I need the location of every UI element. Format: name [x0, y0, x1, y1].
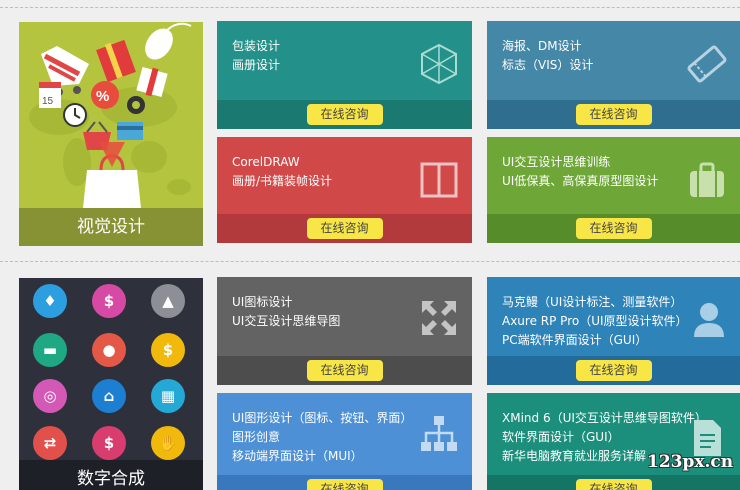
clock-icon: [63, 103, 87, 127]
coins-icon: ◎: [33, 379, 67, 413]
card-line: XMind 6（UI交互设计思维导图软件）: [502, 411, 707, 425]
expand-arrows-icon: [422, 301, 456, 335]
card-line: 画册设计: [232, 58, 281, 72]
consult-button[interactable]: 在线咨询: [575, 360, 652, 381]
consult-button[interactable]: 在线咨询: [306, 360, 383, 381]
diamond-icon: ♦: [33, 284, 67, 318]
book-layout-icon: [420, 162, 458, 198]
card-line: 包装设计: [232, 39, 281, 53]
visual-design-label[interactable]: 视觉设计: [19, 208, 203, 246]
divider-top: [0, 7, 740, 8]
credit-card-icon: [117, 122, 143, 140]
course-card-poster[interactable]: 海报、DM设计 标志（VIS）设计 在线咨询: [487, 21, 740, 129]
card-line: UI图形设计（图标、按钮、界面）: [232, 411, 413, 425]
coin-exchange-icon: ⇄: [33, 426, 67, 460]
course-card-ui-graphics[interactable]: UI图形设计（图标、按钮、界面） 图形创意 移动端界面设计（MUI） 在线咨询: [217, 393, 472, 490]
mouse-icon: [145, 22, 192, 60]
card-footer: 在线咨询: [217, 475, 472, 490]
card-line: 马克鳗（UI设计标注、测量软件）: [502, 295, 683, 309]
sitemap-icon: [421, 416, 457, 451]
digital-compositing-label[interactable]: 数字合成: [19, 460, 203, 490]
watermark: 123px.cn: [647, 452, 734, 472]
card-line: 软件界面设计（GUI）: [502, 430, 620, 444]
hexagon-mesh-icon: [421, 43, 457, 85]
card-line: 画册/书籍装帧设计: [232, 174, 333, 188]
gift-icon: [96, 39, 136, 83]
course-card-ui-icon[interactable]: UI图标设计 UI交互设计思维导图 在线咨询: [217, 277, 472, 385]
card-footer: 在线咨询: [487, 214, 740, 243]
gear-icon: [127, 96, 145, 114]
card-footer: 在线咨询: [217, 356, 472, 385]
card-footer: 在线咨询: [217, 214, 472, 243]
course-card-markman[interactable]: 马克鳗（UI设计标注、测量软件） Axure RP Pro（UI原型设计软件） …: [487, 277, 740, 385]
consult-button[interactable]: 在线咨询: [306, 218, 383, 239]
card-line: UI交互设计思维训练: [502, 155, 611, 169]
card-line: CorelDRAW: [232, 155, 300, 169]
consult-button[interactable]: 在线咨询: [575, 218, 652, 239]
percent-icon: %: [91, 81, 119, 109]
gold-bars-icon: ▲: [151, 284, 185, 318]
chart-icon: ▦: [151, 379, 185, 413]
money-bag-icon: $: [151, 333, 185, 367]
card-line: PC端软件界面设计（GUI）: [502, 333, 648, 347]
digital-compositing-panel[interactable]: ♦ $ ▲ ▬ ● $ ◎ ⌂ ▦ ⇄ $ ✋ 数字合成: [19, 278, 203, 490]
consult-button[interactable]: 在线咨询: [306, 479, 383, 490]
card-line: 标志（VIS）设计: [502, 58, 594, 72]
card-footer: 在线咨询: [487, 475, 740, 490]
calendar-icon: 15: [39, 82, 61, 108]
course-card-coreldraw[interactable]: CorelDRAW 画册/书籍装帧设计 在线咨询: [217, 137, 472, 243]
card-footer: 在线咨询: [487, 356, 740, 385]
card-line: UI低保真、高保真原型图设计: [502, 174, 659, 188]
card-line: Axure RP Pro（UI原型设计软件）: [502, 314, 688, 328]
card-line: UI图标设计: [232, 295, 293, 309]
course-card-xmind[interactable]: XMind 6（UI交互设计思维导图软件） 软件界面设计（GUI） 新华电脑教育…: [487, 393, 740, 490]
card-footer: 在线咨询: [217, 100, 472, 129]
money-icon: $: [92, 284, 126, 318]
svg-text:15: 15: [42, 96, 54, 107]
divider-middle: [0, 261, 740, 262]
course-card-ui-interaction[interactable]: UI交互设计思维训练 UI低保真、高保真原型图设计 在线咨询: [487, 137, 740, 243]
user-icon: [694, 303, 724, 337]
handshake-icon: ✋: [151, 426, 185, 460]
card-footer: 在线咨询: [487, 100, 740, 129]
piggy-bank-icon: ●: [92, 333, 126, 367]
wallet-icon: ▬: [33, 333, 67, 367]
briefcase-icon: [690, 162, 724, 197]
consult-button[interactable]: 在线咨询: [575, 104, 652, 125]
dollar-transfer-icon: $: [92, 426, 126, 460]
card-line: UI交互设计思维导图: [232, 314, 341, 328]
card-line: 移动端界面设计（MUI）: [232, 449, 363, 463]
course-card-packaging[interactable]: 包装设计 画册设计 在线咨询: [217, 21, 472, 129]
visual-design-panel[interactable]: 15 % 视觉设计: [19, 22, 203, 246]
card-line: 图形创意: [232, 430, 281, 444]
ticket-icon: [687, 45, 727, 83]
card-line: 海报、DM设计: [502, 39, 582, 53]
svg-text:%: %: [96, 88, 109, 105]
consult-button[interactable]: 在线咨询: [575, 479, 652, 490]
consult-button[interactable]: 在线咨询: [306, 104, 383, 125]
house-icon: ⌂: [92, 379, 126, 413]
